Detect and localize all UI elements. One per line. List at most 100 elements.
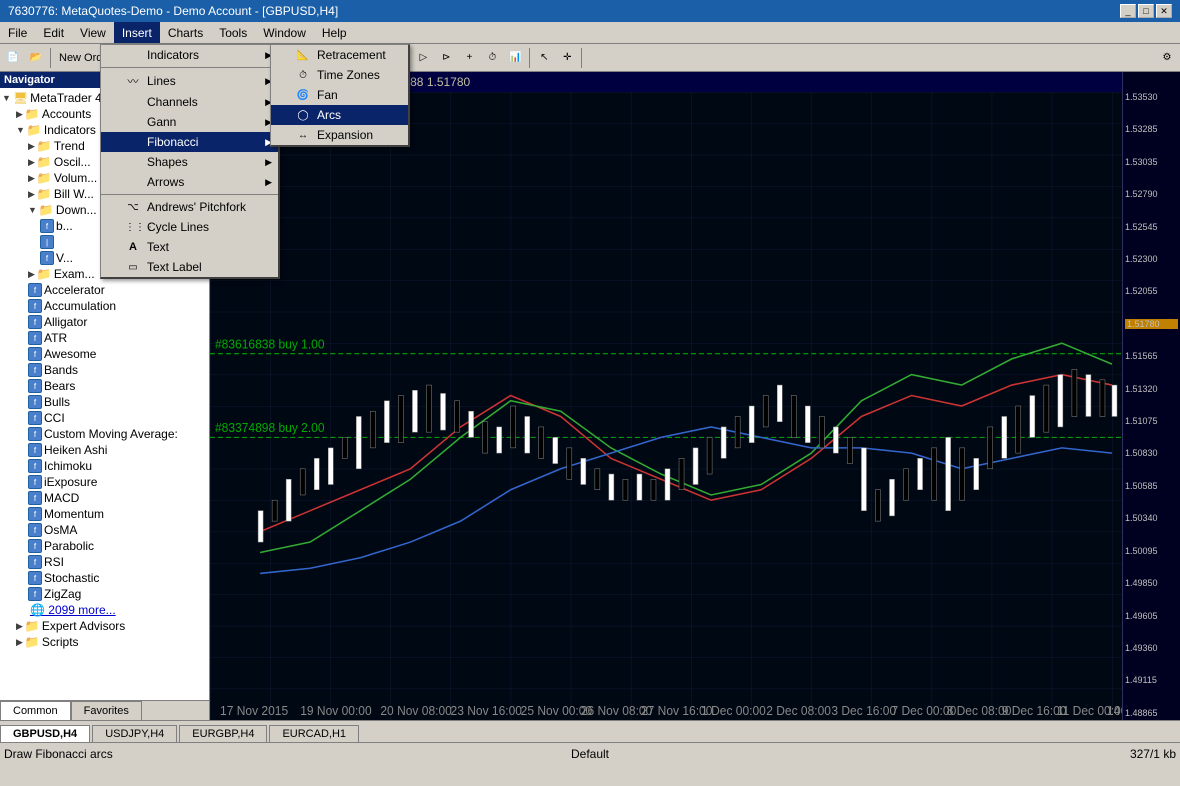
fib-expansion[interactable]: ↔ Expansion (271, 125, 408, 145)
fib-fan[interactable]: 🌀 Fan (271, 85, 408, 105)
nav-tab-common[interactable]: Common (0, 701, 71, 720)
nav-alligator[interactable]: f Alligator (0, 314, 209, 330)
menu-text[interactable]: A Text (101, 237, 278, 257)
nav-iexposure[interactable]: f iExposure (0, 474, 209, 490)
price-label: 1.49115 (1125, 675, 1178, 685)
maximize-button[interactable]: □ (1138, 4, 1154, 18)
cyclelines-icon: ⋮⋮⋮ (125, 222, 141, 233)
nav-atr[interactable]: f ATR (0, 330, 209, 346)
nav-heikenashi[interactable]: f Heiken Ashi (0, 442, 209, 458)
tb-sep1 (50, 48, 51, 68)
menu-arrows[interactable]: Arrows (101, 172, 278, 192)
settings-btn[interactable]: ⚙ (1156, 47, 1178, 69)
menu-window[interactable]: Window (255, 22, 314, 43)
tab-usdjpy[interactable]: USDJPY,H4 (92, 725, 177, 742)
menu-tools[interactable]: Tools (211, 22, 255, 43)
title-bar: 7630776: MetaQuotes-Demo - Demo Account … (0, 0, 1180, 22)
fibonacci-submenu: 📐 Retracement ⏱ Time Zones 🌀 Fan ◯ Arcs … (270, 44, 410, 147)
tb-btn10[interactable]: ⏱ (481, 47, 503, 69)
svg-text:3 Dec 16:00: 3 Dec 16:00 (831, 704, 896, 718)
nav-momentum[interactable]: f Momentum (0, 506, 209, 522)
nav-accumulation[interactable]: f Accumulation (0, 298, 209, 314)
indicator-icon: f (28, 491, 42, 505)
menu-pitchfork[interactable]: ⌥ Andrews' Pitchfork (101, 197, 278, 217)
insert-menu: Indicators 〰 Lines Channels Gann Fibonac… (100, 44, 280, 279)
price-label: 1.50830 (1125, 448, 1178, 458)
sep1 (101, 67, 278, 68)
menu-shapes[interactable]: Shapes (101, 152, 278, 172)
price-label: 1.53285 (1125, 124, 1178, 134)
nav-cma[interactable]: f Custom Moving Average: (0, 426, 209, 442)
indicator-icon: f (28, 315, 42, 329)
cursor-btn[interactable]: ↖ (533, 47, 555, 69)
menu-textlabel[interactable]: ▭ Text Label (101, 257, 278, 277)
svg-text:#83616838 buy 1.00: #83616838 buy 1.00 (215, 337, 325, 351)
nav-bottom-tabs: Common Favorites (0, 700, 209, 720)
minimize-button[interactable]: _ (1120, 4, 1136, 18)
price-label: 1.49360 (1125, 643, 1178, 653)
menu-fibonacci[interactable]: Fibonacci (101, 132, 278, 152)
tb-sep6 (581, 48, 582, 68)
crosshair-btn[interactable]: ✛ (556, 47, 578, 69)
svg-text:17 Nov 2015: 17 Nov 2015 (220, 704, 288, 718)
menu-edit[interactable]: Edit (35, 22, 72, 43)
tab-eurgbp[interactable]: EURGBP,H4 (179, 725, 267, 742)
nav-stochastic[interactable]: f Stochastic (0, 570, 209, 586)
new-btn[interactable]: 📄 (2, 47, 24, 69)
nav-bears[interactable]: f Bears (0, 378, 209, 394)
menu-insert[interactable]: Insert (114, 22, 160, 43)
fib-arcs[interactable]: ◯ Arcs (271, 105, 408, 125)
menu-gann[interactable]: Gann (101, 112, 278, 132)
menu-file[interactable]: File (0, 22, 35, 43)
tb-btn11[interactable]: 📊 (504, 47, 526, 69)
nav-experts[interactable]: ▶ 📁 Expert Advisors (0, 618, 209, 634)
menu-cyclelines[interactable]: ⋮⋮⋮ Cycle Lines (101, 217, 278, 237)
price-label: 1.51075 (1125, 416, 1178, 426)
fib-timezones[interactable]: ⏱ Time Zones (271, 65, 408, 85)
menu-help[interactable]: Help (314, 22, 355, 43)
price-label: 1.53035 (1125, 157, 1178, 167)
tab-gbpusd[interactable]: GBPUSD,H4 (0, 725, 90, 742)
price-label: 1.52055 (1125, 286, 1178, 296)
nav-parabolic[interactable]: f Parabolic (0, 538, 209, 554)
nav-tab-favorites[interactable]: Favorites (71, 701, 142, 720)
nav-bulls[interactable]: f Bulls (0, 394, 209, 410)
expand-icon: ▶ (16, 109, 23, 120)
menu-view[interactable]: View (72, 22, 114, 43)
indicator-icon: f (28, 411, 42, 425)
menu-channels[interactable]: Channels (101, 92, 278, 112)
indicator-icon: f (40, 251, 54, 265)
tb-btn9[interactable]: + (458, 47, 480, 69)
fib-retracement[interactable]: 📐 Retracement (271, 45, 408, 65)
nav-macd[interactable]: f MACD (0, 490, 209, 506)
menu-lines[interactable]: 〰 Lines (101, 70, 278, 92)
nav-rsi[interactable]: f RSI (0, 554, 209, 570)
indicator-icon: f (28, 363, 42, 377)
nav-bands[interactable]: f Bands (0, 362, 209, 378)
pitchfork-icon: ⌥ (125, 202, 141, 213)
tab-eurcad[interactable]: EURCAD,H1 (269, 725, 359, 742)
open-btn[interactable]: 📂 (25, 47, 47, 69)
menu-indicators[interactable]: Indicators (101, 45, 278, 65)
tb-btn7[interactable]: ▷ (412, 47, 434, 69)
chart-area[interactable]: GBPUSD,H4 1.51967 1.51978 1.51688 1.5178… (210, 72, 1180, 720)
indicator-icon: f (28, 347, 42, 361)
tb-btn8[interactable]: ⊳ (435, 47, 457, 69)
status-middle: Default (571, 747, 609, 761)
nav-cci[interactable]: f CCI (0, 410, 209, 426)
nav-scripts[interactable]: ▶ 📁 Scripts (0, 634, 209, 650)
chart-svg: #83616838 buy 1.00 #83374898 buy 2.00 (210, 92, 1122, 720)
close-button[interactable]: ✕ (1156, 4, 1172, 18)
nav-osma[interactable]: f OsMA (0, 522, 209, 538)
menu-charts[interactable]: Charts (160, 22, 211, 43)
tb-sep5 (529, 48, 530, 68)
expand-icon: ▼ (2, 93, 11, 103)
svg-text:2 Dec 08:00: 2 Dec 08:00 (766, 704, 831, 718)
nav-zigzag[interactable]: f ZigZag (0, 586, 209, 602)
nav-more[interactable]: 🌐 2099 more... (0, 602, 209, 618)
nav-awesome[interactable]: f Awesome (0, 346, 209, 362)
nav-accelerator[interactable]: f Accelerator (0, 282, 209, 298)
price-axis: 1.53530 1.53285 1.53035 1.52790 1.52545 … (1122, 72, 1180, 720)
nav-ichimoku[interactable]: f Ichimoku (0, 458, 209, 474)
indicator-icon: f (28, 299, 42, 313)
